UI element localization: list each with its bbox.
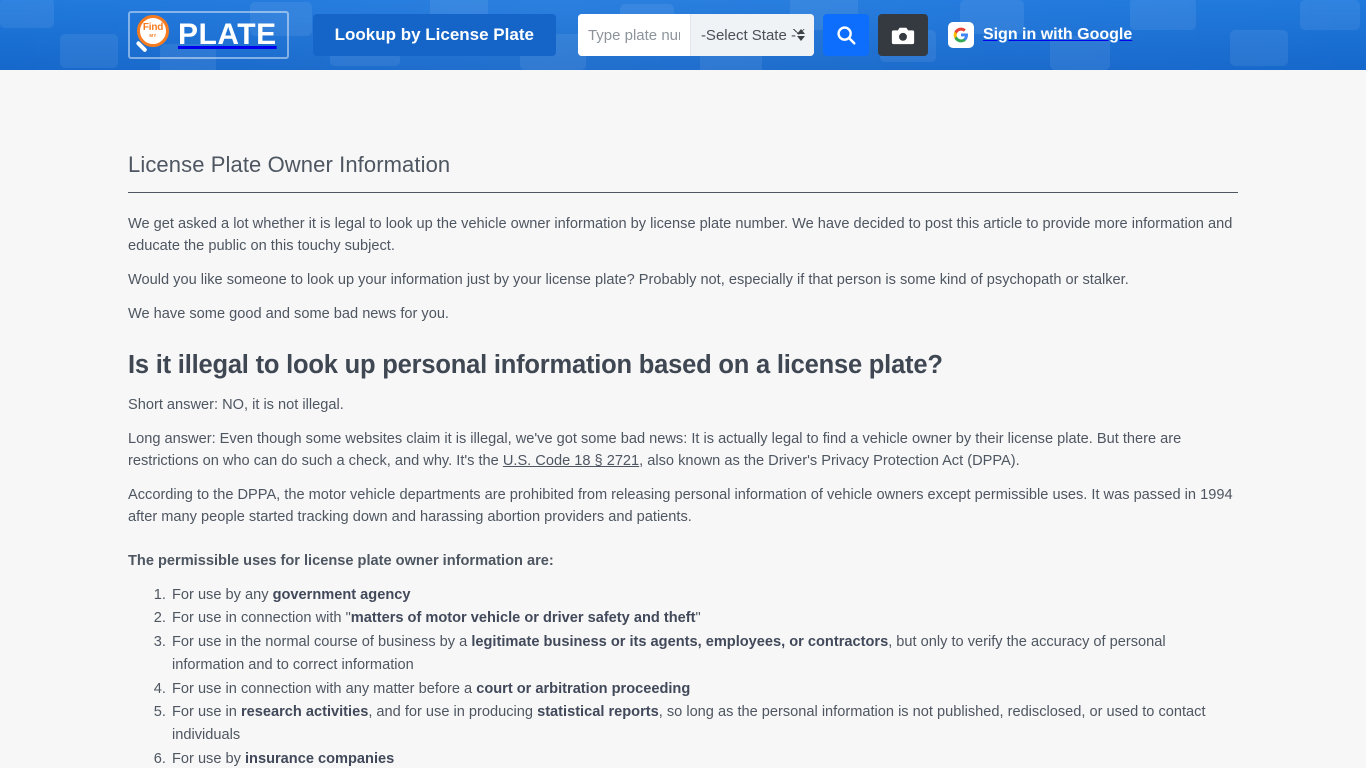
long-answer-paragraph: Long answer: Even though some websites c… — [128, 428, 1238, 472]
list-item: For use in connection with any matter be… — [170, 678, 1238, 701]
list-item: For use by insurance companies — [170, 748, 1238, 768]
photo-upload-button[interactable] — [877, 14, 928, 56]
short-answer-paragraph: Short answer: NO, it is not illegal. — [128, 397, 344, 413]
use-text-bold: legitimate business or its agents, emplo… — [471, 633, 889, 650]
use-text-bold: insurance companies — [245, 750, 395, 767]
use-text-before: For use in the normal course of business… — [172, 633, 472, 650]
list-item: For use by any government agency — [170, 584, 1238, 607]
page-main: License Plate Owner Information We get a… — [0, 70, 1366, 768]
camera-icon — [891, 27, 915, 44]
google-g-icon — [947, 22, 974, 48]
article: License Plate Owner Information We get a… — [128, 70, 1238, 768]
intro-paragraph-1: We get asked a lot whether it is legal t… — [128, 216, 1233, 254]
plate-number-input[interactable] — [577, 14, 690, 56]
magnifier-icon: Find MY — [134, 14, 176, 56]
use-text-before: For use in connection with " — [172, 610, 351, 627]
search-button[interactable] — [822, 14, 869, 56]
site-logo[interactable]: Find MY PLATE — [128, 11, 289, 59]
use-text-bold: matters of motor vehicle or driver safet… — [350, 610, 696, 627]
use-text-before: For use in — [172, 704, 241, 721]
use-text-after: " — [695, 610, 701, 627]
google-signin-button[interactable]: Sign in with Google — [947, 22, 1133, 48]
lookup-by-license-plate-button[interactable]: Lookup by License Plate — [312, 14, 556, 56]
intro-paragraph-2: Would you like someone to look up your i… — [128, 272, 1129, 288]
use-text-bold: court or arbitration proceeding — [476, 680, 691, 697]
state-select[interactable]: -Select State - — [689, 14, 814, 56]
permissible-uses-list: For use by any government agency For use… — [128, 584, 1238, 768]
use-text-before: For use by — [172, 750, 245, 767]
use-text-before: For use in connection with any matter be… — [172, 680, 477, 697]
use-text-bold: research activities — [240, 704, 369, 721]
use-text-middle: , and for use in producing — [368, 704, 538, 721]
list-item: For use in research activities, and for … — [170, 701, 1238, 748]
list-item: For use in connection with "matters of m… — [170, 607, 1238, 630]
logo-sub-text: MY — [149, 33, 157, 39]
use-text-bold-2: statistical reports — [537, 704, 659, 721]
logo-find-text: Find — [142, 22, 164, 34]
search-icon — [837, 26, 856, 45]
use-text-before: For use by any — [172, 587, 273, 603]
page-title: License Plate Owner Information — [128, 152, 1238, 193]
section-heading: Is it illegal to look up personal inform… — [128, 351, 943, 379]
state-select-wrap: -Select State - — [689, 14, 814, 56]
list-item: For use in the normal course of business… — [170, 631, 1238, 678]
header-inner: Find MY PLATE Lookup by License Plate -S… — [0, 0, 1366, 70]
use-text-bold: government agency — [272, 587, 411, 603]
dppa-paragraph: According to the DPPA, the motor vehicle… — [128, 487, 1233, 525]
site-header: Find MY PLATE Lookup by License Plate -S… — [0, 0, 1366, 70]
logo-wordmark: PLATE — [178, 18, 277, 51]
permissible-uses-intro: The permissible uses for license plate o… — [128, 553, 554, 569]
intro-paragraph-3: We have some good and some bad news for … — [128, 306, 449, 322]
us-code-link[interactable]: U.S. Code 18 § 2721 — [503, 453, 639, 469]
long-answer-after-link: , also known as the Driver's Privacy Pro… — [639, 453, 1020, 469]
plate-search-group: -Select State - — [577, 14, 814, 56]
google-signin-label: Sign in with Google — [982, 26, 1133, 43]
